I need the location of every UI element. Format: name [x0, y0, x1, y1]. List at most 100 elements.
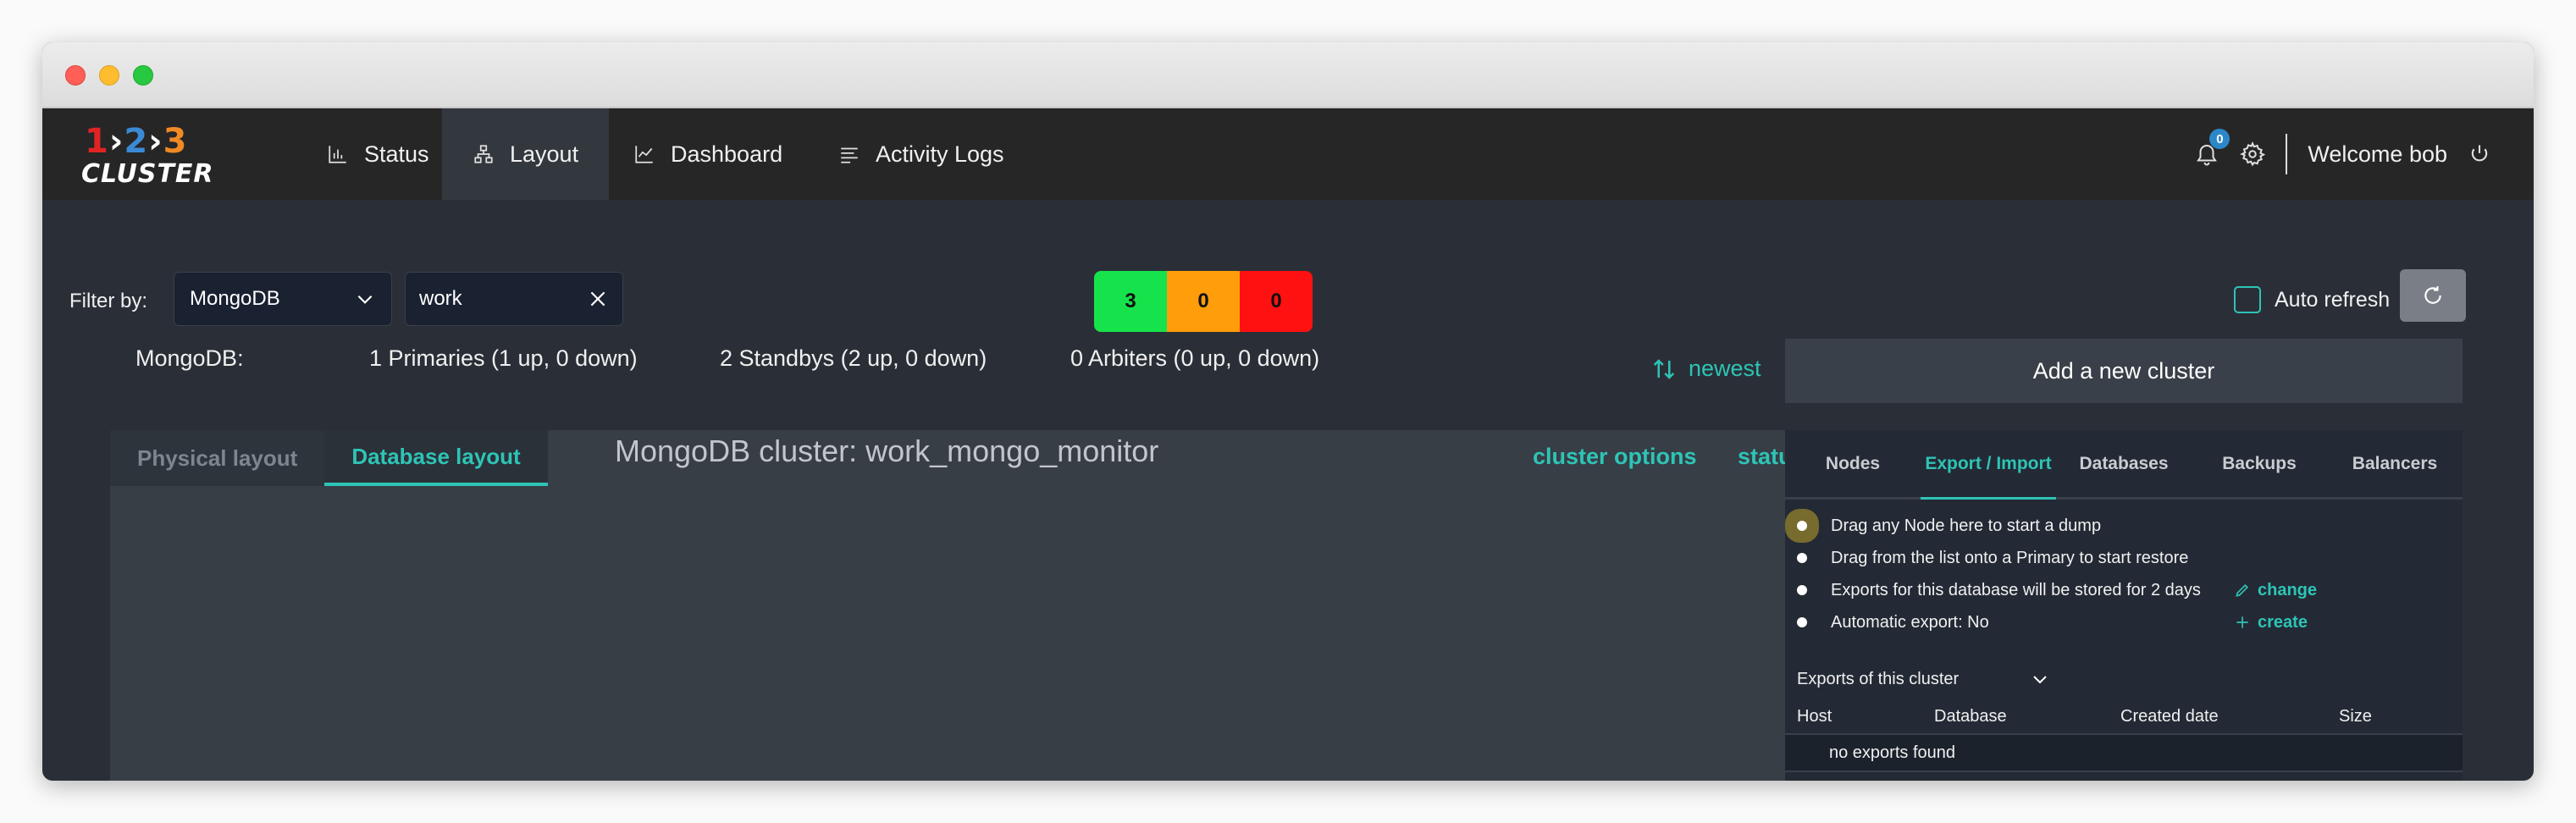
notifications-button[interactable]: 0: [2194, 129, 2231, 168]
gear-icon[interactable]: [2240, 141, 2266, 167]
logo-wordmark: CLUSTER: [81, 159, 214, 189]
create-label: create: [2258, 612, 2308, 632]
bullet-dot: [1797, 521, 1807, 531]
exports-table-header: Host Database Created date Size: [1785, 699, 2463, 733]
app-window: 1›2›3 CLUSTER Status Layout Dashboard Ac…: [42, 42, 2534, 781]
summary-db-label: MongoDB:: [135, 345, 244, 371]
nav-layout[interactable]: Layout: [442, 108, 610, 200]
exports-dropdown[interactable]: Exports of this cluster: [1797, 669, 2050, 689]
list-icon: [841, 147, 858, 163]
cluster-layout-panel: Physical layout Database layout MongoDB …: [110, 430, 1805, 781]
list-item: Automatic export: No create: [1785, 606, 2463, 638]
nav-status-label: Status: [364, 141, 429, 167]
cluster-title: MongoDB cluster: work_mongo_monitor: [615, 434, 1159, 468]
table-row: no exports found: [1785, 733, 2463, 772]
minimize-window-button[interactable]: [99, 65, 119, 86]
export-instructions: Drag any Node here to start a dump Drag …: [1785, 510, 2463, 638]
empty-exports-text: no exports found: [1829, 743, 1955, 762]
bullet-text: Exports for this database will be stored…: [1831, 580, 2201, 599]
app-logo[interactable]: 1›2›3 CLUSTER: [81, 119, 213, 190]
nav-activity-logs-label: Activity Logs: [876, 141, 1004, 167]
chevron-down-icon: [2033, 676, 2047, 684]
nav-user-area: 0 Welcome bob: [2194, 108, 2491, 200]
tab-balancers[interactable]: Balancers: [2327, 430, 2463, 497]
change-label: change: [2258, 580, 2318, 599]
sort-newest-button[interactable]: newest: [1651, 356, 1761, 382]
logo-number-2: 2: [124, 122, 149, 161]
exports-label: Exports of this cluster: [1797, 669, 1960, 688]
logo-number-3: 3: [163, 122, 188, 161]
layout-tabs: Physical layout Database layout: [110, 430, 548, 486]
tab-databases[interactable]: Databases: [2056, 430, 2192, 497]
filter-label: Filter by:: [69, 290, 148, 312]
power-icon[interactable]: [2468, 142, 2491, 166]
database-type-value: MongoDB: [190, 287, 280, 310]
tab-export-import[interactable]: Export / Import: [1921, 430, 2056, 500]
list-item: Exports for this database will be stored…: [1785, 574, 2463, 606]
pencil-icon: [2236, 583, 2249, 597]
welcome-text: Welcome bob: [2308, 141, 2447, 167]
bullet-dot: [1797, 553, 1807, 563]
column-created-date: Created date: [2120, 706, 2219, 726]
summary-arbiters: 0 Arbiters (0 up, 0 down): [1070, 345, 1320, 371]
cluster-search-input[interactable]: [419, 287, 563, 311]
refresh-button[interactable]: [2400, 269, 2466, 322]
bullet-dot: [1797, 617, 1807, 627]
chevron-down-icon: [357, 295, 373, 304]
nav-status[interactable]: Status: [296, 108, 460, 200]
list-item: Drag from the list onto a Primary to sta…: [1785, 542, 2463, 574]
nav-dashboard[interactable]: Dashboard: [603, 108, 813, 200]
maximize-window-button[interactable]: [133, 65, 153, 86]
logo-numbers: 1›2›3: [85, 122, 188, 161]
tab-database-layout[interactable]: Database layout: [324, 430, 548, 486]
logo-arrow-1: ›: [108, 122, 124, 161]
sitemap-icon: [474, 145, 493, 163]
auto-refresh-checkbox[interactable]: [2234, 286, 2261, 313]
logo-arrow-2: ›: [148, 122, 163, 161]
filter-bar: Filter by: MongoDB 3 0 0 Auto refresh: [42, 200, 2534, 332]
top-navbar: 1›2›3 CLUSTER Status Layout Dashboard Ac…: [42, 108, 2534, 200]
down-count[interactable]: 0: [1240, 271, 1313, 332]
bullet-text: Automatic export: No: [1831, 612, 1989, 632]
bullet-text: Drag any Node here to start a dump: [1831, 516, 2102, 535]
list-item: Drag any Node here to start a dump: [1785, 510, 2463, 542]
create-export-button[interactable]: create: [2234, 613, 2308, 632]
bullet-dot: [1797, 585, 1807, 595]
window-titlebar: [42, 42, 2534, 108]
nav-dashboard-label: Dashboard: [671, 141, 783, 167]
nav-activity-logs[interactable]: Activity Logs: [808, 108, 1035, 200]
nav-divider: [2286, 134, 2288, 174]
sort-icon: [1653, 358, 1675, 379]
notification-count-badge: 0: [2209, 129, 2231, 149]
warning-count[interactable]: 0: [1167, 271, 1240, 332]
logo-number-1: 1: [85, 122, 109, 161]
column-size: Size: [2339, 706, 2372, 726]
close-window-button[interactable]: [65, 65, 86, 86]
tab-nodes[interactable]: Nodes: [1785, 430, 1921, 497]
cluster-search: [405, 272, 623, 326]
auto-refresh-label: Auto refresh: [2275, 287, 2391, 312]
tab-physical-layout[interactable]: Physical layout: [110, 430, 325, 486]
column-host: Host: [1797, 706, 1832, 726]
bar-chart-icon: [329, 146, 346, 163]
database-type-select[interactable]: MongoDB: [174, 272, 392, 326]
export-import-panel: Nodes Export / Import Databases Backups …: [1785, 430, 2463, 781]
summary-standbys: 2 Standbys (2 up, 0 down): [720, 345, 987, 371]
auto-refresh-toggle[interactable]: Auto refresh: [2234, 286, 2390, 313]
plus-icon: [2236, 616, 2248, 628]
refresh-icon: [2424, 286, 2441, 304]
nav-layout-label: Layout: [510, 141, 579, 167]
cluster-options-link[interactable]: cluster options: [1533, 444, 1697, 470]
change-retention-button[interactable]: change: [2234, 581, 2317, 600]
up-count[interactable]: 3: [1094, 271, 1167, 332]
line-chart-icon: [635, 146, 653, 163]
sort-label: newest: [1689, 356, 1761, 381]
right-panel-tabs: Nodes Export / Import Databases Backups …: [1785, 430, 2463, 500]
column-database: Database: [1934, 706, 2007, 726]
clear-search-icon[interactable]: [587, 288, 609, 310]
bullet-text: Drag from the list onto a Primary to sta…: [1831, 548, 2189, 567]
summary-primaries: 1 Primaries (1 up, 0 down): [369, 345, 638, 371]
add-cluster-button[interactable]: Add a new cluster: [1785, 339, 2463, 403]
cluster-status-counters: 3 0 0: [1094, 271, 1313, 332]
tab-backups[interactable]: Backups: [2192, 430, 2327, 497]
